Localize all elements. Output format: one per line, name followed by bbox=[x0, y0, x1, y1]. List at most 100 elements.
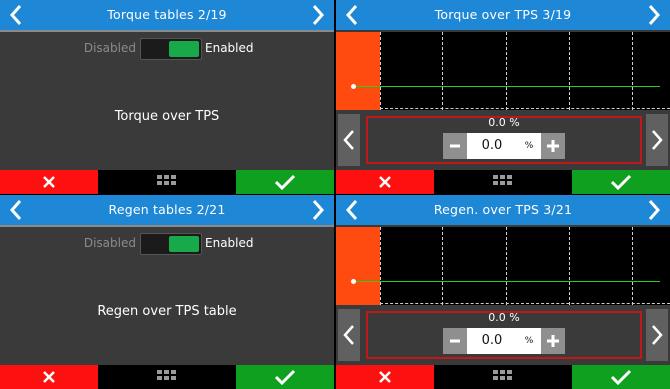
grid-line bbox=[632, 227, 633, 305]
value-editor: 0.0 % 0.0 % bbox=[366, 311, 642, 359]
enable-toggle-row: Disabled Enabled bbox=[0, 36, 334, 62]
value-stepper[interactable]: 0.0 % bbox=[443, 133, 565, 159]
grid-line bbox=[506, 227, 507, 305]
curve-line bbox=[354, 281, 660, 282]
disabled-label: Disabled bbox=[83, 236, 136, 250]
chevron-left-icon[interactable] bbox=[4, 195, 28, 225]
cancel-button[interactable] bbox=[336, 170, 434, 194]
grid-line bbox=[380, 32, 381, 110]
regen-over-tps-panel: Regen. over TPS 3/21 0.0 % 0.0 % bbox=[336, 195, 670, 389]
switch-knob bbox=[169, 236, 199, 252]
grid-line bbox=[380, 227, 381, 305]
chevron-right-icon[interactable] bbox=[306, 195, 330, 225]
page-title: Torque tables 2/19 bbox=[107, 7, 227, 22]
plus-icon bbox=[547, 140, 559, 152]
grid-baseline bbox=[380, 108, 670, 109]
close-icon bbox=[43, 371, 55, 383]
decrement-button[interactable] bbox=[443, 133, 467, 159]
stepper-value[interactable]: 0.0 bbox=[467, 133, 517, 159]
tps-graph[interactable] bbox=[336, 227, 670, 305]
check-icon bbox=[610, 369, 632, 385]
divider bbox=[0, 30, 334, 32]
menu-button[interactable] bbox=[150, 174, 184, 190]
stepper-value[interactable]: 0.0 bbox=[467, 328, 517, 354]
header-bar: Regen tables 2/21 bbox=[0, 195, 334, 225]
check-icon bbox=[610, 174, 632, 190]
close-icon bbox=[43, 176, 55, 188]
enable-switch[interactable] bbox=[140, 38, 202, 60]
divider bbox=[0, 225, 334, 227]
header-bar: Regen. over TPS 3/21 bbox=[336, 195, 670, 225]
grid-icon bbox=[157, 370, 176, 380]
torque-tables-panel: Torque tables 2/19 Disabled Enabled Torq… bbox=[0, 0, 334, 194]
menu-button[interactable] bbox=[486, 174, 520, 190]
grid-icon bbox=[493, 175, 512, 185]
value-control: 0.0 % 0.0 % bbox=[336, 110, 670, 170]
regen-tables-panel: Regen tables 2/21 Disabled Enabled Regen… bbox=[0, 195, 334, 389]
curve-point bbox=[351, 84, 356, 89]
enable-switch[interactable] bbox=[140, 233, 202, 255]
grid-line bbox=[442, 227, 443, 305]
chevron-right-icon bbox=[652, 130, 663, 150]
page-title: Torque over TPS 3/19 bbox=[434, 7, 572, 22]
cancel-button[interactable] bbox=[0, 170, 98, 194]
chevron-left-icon bbox=[343, 130, 354, 150]
grid-icon bbox=[493, 370, 512, 380]
curve-line bbox=[354, 86, 660, 87]
value-control: 0.0 % 0.0 % bbox=[336, 305, 670, 365]
chevron-left-icon[interactable] bbox=[4, 0, 28, 30]
selected-column-marker bbox=[336, 227, 380, 305]
check-icon bbox=[274, 369, 296, 385]
increment-button[interactable] bbox=[541, 328, 565, 354]
header-bar: Torque tables 2/19 bbox=[0, 0, 334, 30]
grid-line bbox=[569, 227, 570, 305]
tps-graph[interactable] bbox=[336, 32, 670, 110]
minus-icon bbox=[450, 144, 460, 148]
chevron-left-icon[interactable] bbox=[340, 195, 364, 225]
grid-icon bbox=[157, 175, 176, 185]
current-value-readout: 0.0 % bbox=[488, 311, 520, 324]
minus-icon bbox=[450, 339, 460, 343]
enable-toggle-row: Disabled Enabled bbox=[0, 231, 334, 257]
decrement-button[interactable] bbox=[443, 328, 467, 354]
footer-bar bbox=[336, 365, 670, 389]
previous-point-button[interactable] bbox=[338, 309, 360, 361]
close-icon bbox=[379, 176, 391, 188]
torque-over-tps-panel: Torque over TPS 3/19 0.0 % 0.0 % bbox=[336, 0, 670, 194]
close-icon bbox=[379, 371, 391, 383]
grid-baseline bbox=[380, 303, 670, 304]
footer-bar bbox=[0, 170, 334, 194]
chevron-right-icon[interactable] bbox=[306, 0, 330, 30]
confirm-button[interactable] bbox=[572, 170, 670, 194]
cancel-button[interactable] bbox=[336, 365, 434, 389]
chevron-right-icon[interactable] bbox=[642, 0, 666, 30]
previous-point-button[interactable] bbox=[338, 114, 360, 166]
menu-button[interactable] bbox=[486, 369, 520, 385]
chevron-left-icon[interactable] bbox=[340, 0, 364, 30]
next-point-button[interactable] bbox=[646, 114, 668, 166]
value-stepper[interactable]: 0.0 % bbox=[443, 328, 565, 354]
enabled-label: Enabled bbox=[205, 41, 254, 55]
chevron-left-icon bbox=[343, 325, 354, 345]
menu-button[interactable] bbox=[150, 369, 184, 385]
switch-knob bbox=[169, 41, 199, 57]
increment-button[interactable] bbox=[541, 133, 565, 159]
grid-line bbox=[632, 32, 633, 110]
value-editor: 0.0 % 0.0 % bbox=[366, 116, 642, 164]
header-bar: Torque over TPS 3/19 bbox=[336, 0, 670, 30]
selected-column-marker bbox=[336, 32, 380, 110]
grid-line bbox=[442, 32, 443, 110]
cancel-button[interactable] bbox=[0, 365, 98, 389]
confirm-button[interactable] bbox=[236, 170, 334, 194]
grid-line bbox=[569, 32, 570, 110]
plus-icon bbox=[547, 335, 559, 347]
stepper-unit: % bbox=[524, 141, 534, 151]
chevron-right-icon[interactable] bbox=[642, 195, 666, 225]
current-value-readout: 0.0 % bbox=[488, 116, 520, 129]
next-point-button[interactable] bbox=[646, 309, 668, 361]
confirm-button[interactable] bbox=[572, 365, 670, 389]
confirm-button[interactable] bbox=[236, 365, 334, 389]
table-description: Torque over TPS bbox=[114, 108, 220, 124]
footer-bar bbox=[336, 170, 670, 194]
check-icon bbox=[274, 174, 296, 190]
